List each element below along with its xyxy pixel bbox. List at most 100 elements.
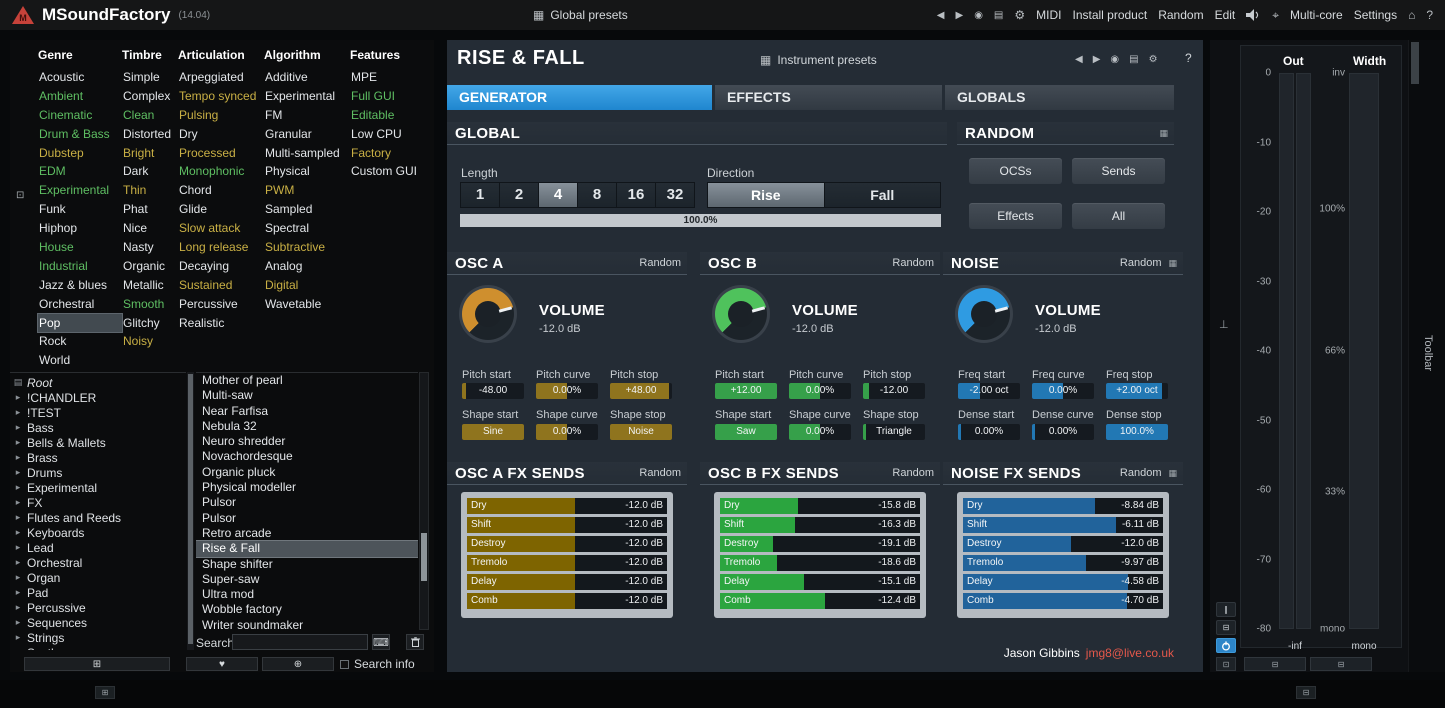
direction-option-fall[interactable]: Fall: [825, 183, 941, 207]
param-value-shape-start[interactable]: Sine: [462, 424, 524, 440]
tag-column-header[interactable]: Articulation: [178, 48, 264, 68]
tree-item-experimental[interactable]: ▸Experimental: [10, 480, 186, 495]
fx-send-shift[interactable]: Shift-12.0 dB: [467, 517, 667, 533]
tree-scrollbar[interactable]: [187, 372, 194, 650]
tag-metallic[interactable]: Metallic: [122, 276, 178, 295]
save-icon[interactable]: ▤: [994, 10, 1003, 21]
fx-send-destroy[interactable]: Destroy-12.0 dB: [963, 536, 1163, 552]
tag-spectral[interactable]: Spectral: [264, 219, 350, 238]
record-icon[interactable]: ◉: [974, 10, 983, 21]
tag-orchestral[interactable]: Orchestral: [38, 295, 122, 314]
tag-experimental[interactable]: Experimental: [264, 87, 350, 106]
preset-item-multi-saw[interactable]: Multi-saw: [196, 388, 418, 403]
tree-item-flutes-and-reeds[interactable]: ▸Flutes and Reeds: [10, 510, 186, 525]
expand-arrow-icon[interactable]: ▸: [13, 632, 23, 643]
tag-pwm[interactable]: PWM: [264, 181, 350, 200]
tag-digital[interactable]: Digital: [264, 276, 350, 295]
tag-long-release[interactable]: Long release: [178, 238, 264, 257]
random-ocss-button[interactable]: OCSs: [969, 158, 1062, 184]
tag-house[interactable]: House: [38, 238, 122, 257]
expand-arrow-icon[interactable]: ▸: [13, 497, 23, 508]
tree-item-root[interactable]: ▤Root: [10, 375, 186, 390]
tag-phat[interactable]: Phat: [122, 200, 178, 219]
volume-knob[interactable]: [459, 285, 517, 343]
search-info-checkbox[interactable]: [340, 660, 349, 669]
random-button[interactable]: Random: [1120, 467, 1162, 479]
param-value-shape-start[interactable]: Saw: [715, 424, 777, 440]
tag-chord[interactable]: Chord: [178, 181, 264, 200]
volume-value[interactable]: -12.0 dB: [1035, 323, 1077, 335]
toolbar-scrollbar-thumb[interactable]: [1411, 42, 1419, 84]
fx-send-destroy[interactable]: Destroy-12.0 dB: [467, 536, 667, 552]
power-button[interactable]: [1216, 638, 1236, 653]
tag-hiphop[interactable]: Hiphop: [38, 219, 122, 238]
expand-arrow-icon[interactable]: ▸: [13, 572, 23, 583]
random-button[interactable]: Random: [892, 467, 934, 479]
minimize-meter-button[interactable]: ⊟: [1216, 620, 1236, 635]
tag-edm[interactable]: EDM: [38, 162, 122, 181]
tag-acoustic[interactable]: Acoustic: [38, 68, 122, 87]
param-value-dense-stop[interactable]: 100.0%: [1106, 424, 1168, 440]
preset-item-organic-pluck[interactable]: Organic pluck: [196, 465, 418, 480]
tab-generator[interactable]: GENERATOR: [447, 85, 712, 110]
preset-item-shape-shifter[interactable]: Shape shifter: [196, 557, 418, 572]
preset-item-novachordesque[interactable]: Novachordesque: [196, 449, 418, 464]
preset-item-ultra-mod[interactable]: Ultra mod: [196, 587, 418, 602]
volume-icon[interactable]: [1246, 9, 1261, 21]
tree-scrollbar-thumb[interactable]: [188, 374, 193, 644]
preset-item-wobble-factory[interactable]: Wobble factory: [196, 602, 418, 617]
out-peak-value[interactable]: -inf: [1279, 641, 1311, 652]
tag-low-cpu[interactable]: Low CPU: [350, 125, 422, 144]
direction-option-rise[interactable]: Rise: [708, 183, 824, 207]
random-button[interactable]: Random: [1120, 257, 1162, 269]
param-value-pitch-stop[interactable]: -12.00: [863, 383, 925, 399]
length-option-4[interactable]: 4: [539, 183, 577, 207]
length-option-16[interactable]: 16: [617, 183, 655, 207]
volume-value[interactable]: -12.0 dB: [792, 323, 834, 335]
melda-logo-icon[interactable]: M: [12, 6, 34, 24]
keyboard-icon[interactable]: ⌨: [372, 634, 390, 650]
fx-send-dry[interactable]: Dry-8.84 dB: [963, 498, 1163, 514]
meter-levels-icon[interactable]: ⊥: [1219, 318, 1229, 331]
tag-industrial[interactable]: Industrial: [38, 257, 122, 276]
tag-mpe[interactable]: MPE: [350, 68, 422, 87]
tag-glide[interactable]: Glide: [178, 200, 264, 219]
param-value-freq-start[interactable]: -2.00 oct: [958, 383, 1020, 399]
tag-drum-bass[interactable]: Drum & Bass: [38, 125, 122, 144]
folder-open-icon[interactable]: ▤: [13, 377, 23, 388]
preset-item-physical-modeller[interactable]: Physical modeller: [196, 480, 418, 495]
tree-item-drums[interactable]: ▸Drums: [10, 465, 186, 480]
fx-send-delay[interactable]: Delay-12.0 dB: [467, 574, 667, 590]
tag-pulsing[interactable]: Pulsing: [178, 106, 264, 125]
random-button[interactable]: Random: [639, 467, 681, 479]
tree-item-organ[interactable]: ▸Organ: [10, 570, 186, 585]
param-value-freq-stop[interactable]: +2.00 oct: [1106, 383, 1168, 399]
tree-item-sequences[interactable]: ▸Sequences: [10, 615, 186, 630]
tag-slow-attack[interactable]: Slow attack: [178, 219, 264, 238]
multi-core-menu-item[interactable]: Multi-core: [1290, 8, 1343, 22]
preset-scrollbar[interactable]: [419, 372, 429, 630]
search-input[interactable]: [232, 634, 368, 650]
length-option-2[interactable]: 2: [500, 183, 538, 207]
global-progress-bar[interactable]: 100.0%: [460, 214, 941, 227]
tag-sustained[interactable]: Sustained: [178, 276, 264, 295]
preset-item-super-saw[interactable]: Super-saw: [196, 572, 418, 587]
expand-arrow-icon[interactable]: ▸: [13, 407, 23, 418]
random-button[interactable]: Random: [892, 257, 934, 269]
tree-item-brass[interactable]: ▸Brass: [10, 450, 186, 465]
grid-icon[interactable]: ▦: [1168, 258, 1177, 269]
tag-column-header[interactable]: Timbre: [122, 48, 178, 68]
tag-column-header[interactable]: Algorithm: [264, 48, 350, 68]
tree-item-bass[interactable]: ▸Bass: [10, 420, 186, 435]
tag-noisy[interactable]: Noisy: [122, 332, 178, 351]
tag-world[interactable]: World: [38, 351, 122, 370]
tag-processed[interactable]: Processed: [178, 144, 264, 163]
tag-column-header[interactable]: Genre: [38, 48, 122, 68]
preset-item-nebula-32[interactable]: Nebula 32: [196, 419, 418, 434]
midi-menu-item[interactable]: MIDI: [1036, 8, 1061, 22]
tag-ambient[interactable]: Ambient: [38, 87, 122, 106]
expand-arrow-icon[interactable]: ▸: [13, 422, 23, 433]
credit-email[interactable]: jmg8@live.co.uk: [1086, 646, 1174, 660]
tag-complex[interactable]: Complex: [122, 87, 178, 106]
random-menu-item[interactable]: Random: [1158, 8, 1203, 22]
